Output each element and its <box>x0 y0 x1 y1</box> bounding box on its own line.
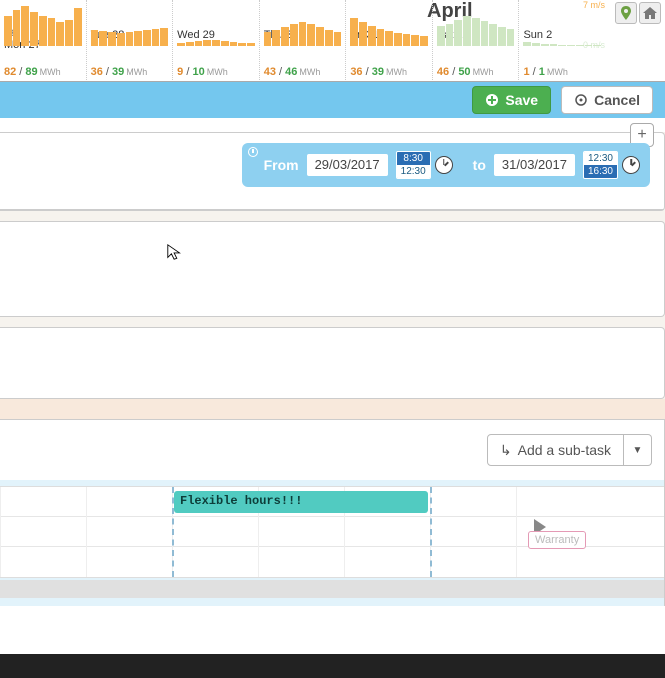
forecast-calendar: 7 m/s 0 m/s April 13.Mon 2782 / 89MWhTue… <box>0 0 665 82</box>
calendar-day[interactable]: Thu 3043 / 46MWh <box>260 0 347 80</box>
section-gap <box>0 399 665 419</box>
add-subtask-label: Add a sub-task <box>518 442 611 458</box>
plus-icon: + <box>637 126 646 144</box>
content-block-2 <box>0 327 665 399</box>
gantt-area: Flexible hours!!! Warranty <box>0 480 664 606</box>
cancel-button-label: Cancel <box>594 92 640 108</box>
from-date-input[interactable]: 29/03/2017 <box>307 154 388 176</box>
to-date-input[interactable]: 31/03/2017 <box>494 154 575 176</box>
chevron-down-icon: ▼ <box>633 445 643 456</box>
from-time-select[interactable]: 8:30 12:30 <box>396 151 431 179</box>
calendar-day[interactable]: Sun 21 / 1MWh <box>519 0 605 80</box>
task-bar-flexible[interactable]: Flexible hours!!! <box>174 491 428 513</box>
date-range-pill: From 29/03/2017 8:30 12:30 to 31/03/2017… <box>242 143 650 187</box>
content-block-1 <box>0 221 665 317</box>
action-bar: Save Cancel <box>0 82 665 118</box>
subtask-arrow-icon: ↳ <box>500 442 512 459</box>
home-icon <box>643 7 657 19</box>
calendar-day[interactable]: Tue 2836 / 39MWh <box>87 0 174 80</box>
from-label: From <box>264 157 299 173</box>
calendar-day[interactable]: 13.Mon 2782 / 89MWh <box>0 0 87 80</box>
to-label: to <box>473 157 486 173</box>
clock-small-icon <box>248 147 258 157</box>
map-pin-icon <box>620 6 632 20</box>
task-end-marker <box>430 487 432 577</box>
calendar-day[interactable]: Wed 299 / 10MWh <box>173 0 260 80</box>
save-button-label: Save <box>505 92 538 108</box>
clock-icon[interactable] <box>435 156 453 174</box>
map-pin-button[interactable] <box>615 2 637 24</box>
calendar-day[interactable]: Fri 3136 / 39MWh <box>346 0 433 80</box>
plus-circle-icon <box>485 93 499 107</box>
date-range-panel: + From 29/03/2017 8:30 12:30 to 31/03/20… <box>0 132 665 211</box>
clock-icon[interactable] <box>622 156 640 174</box>
add-subtask-dropdown[interactable]: ▼ <box>624 434 652 466</box>
gantt-chart[interactable]: Flexible hours!!! Warranty <box>0 486 664 578</box>
task-bar-warranty[interactable]: Warranty <box>528 531 586 549</box>
add-subtask-button[interactable]: ↳ Add a sub-task <box>487 434 624 466</box>
calendar-day[interactable]: Sat 146 / 50MWh <box>433 0 520 80</box>
cancel-icon <box>574 93 588 107</box>
footer-bar <box>0 654 665 678</box>
save-button[interactable]: Save <box>472 86 551 114</box>
home-button[interactable] <box>639 2 661 24</box>
cancel-button[interactable]: Cancel <box>561 86 653 114</box>
to-time-select[interactable]: 12:30 16:30 <box>583 151 618 179</box>
gantt-gutter <box>0 580 664 598</box>
